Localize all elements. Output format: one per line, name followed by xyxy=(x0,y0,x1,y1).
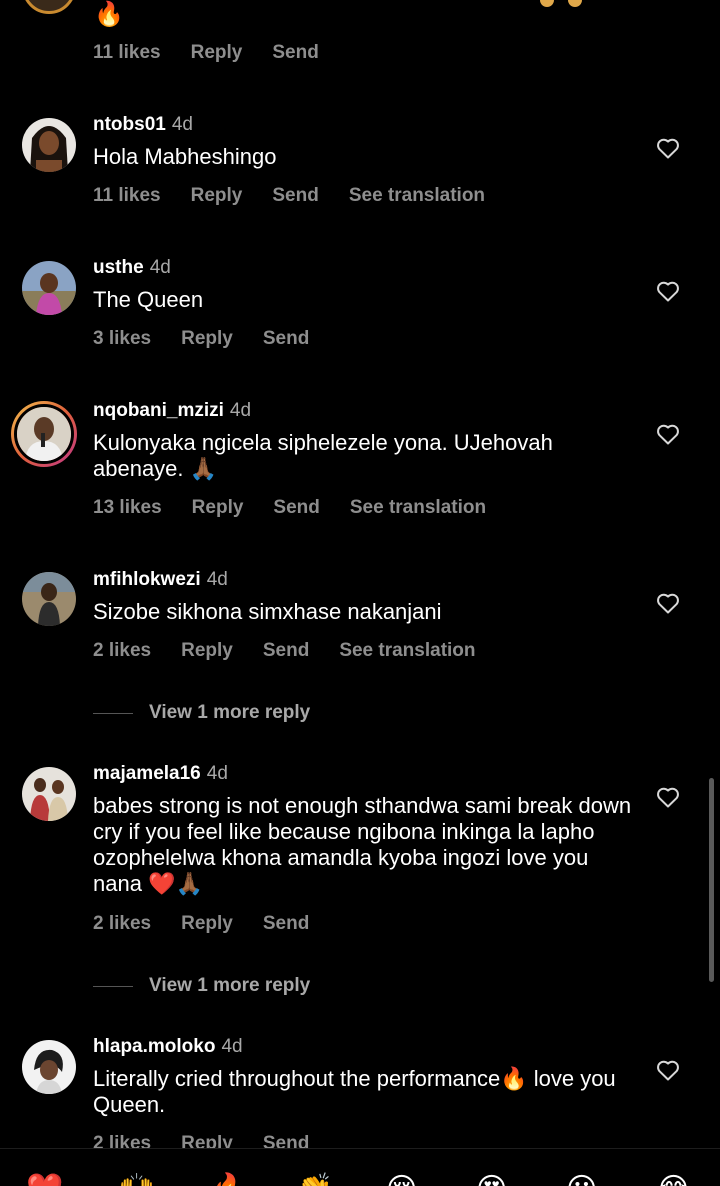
heart-icon[interactable] xyxy=(656,280,680,302)
avatar[interactable] xyxy=(11,401,77,467)
likes-count[interactable]: 11 likes xyxy=(93,185,161,207)
likes-count[interactable]: 2 likes xyxy=(93,913,151,935)
send-button[interactable]: Send xyxy=(273,497,319,519)
comment-text: Hola Mabheshingo xyxy=(93,144,277,169)
reaction-raised-hands[interactable]: 🙌 xyxy=(118,1175,155,1186)
heart-icon[interactable] xyxy=(656,1059,680,1081)
likes-count[interactable]: 2 likes xyxy=(93,640,151,662)
likes-count[interactable]: 11 likes xyxy=(93,42,161,64)
likes-count[interactable]: 13 likes xyxy=(93,497,162,519)
send-button[interactable]: Send xyxy=(272,42,318,64)
avatar[interactable] xyxy=(22,1040,76,1094)
comment-username[interactable]: usthe 4d xyxy=(93,257,171,279)
reaction-clap[interactable]: 👏 xyxy=(296,1175,333,1186)
reply-button[interactable]: Reply xyxy=(192,497,244,519)
comment-username[interactable]: majamela16 4d xyxy=(93,763,228,785)
divider xyxy=(93,985,133,987)
comment-actions: 3 likes Reply Send xyxy=(93,328,339,350)
comment-username[interactable]: mfihlokwezi 4d xyxy=(93,569,228,591)
send-button[interactable]: Send xyxy=(272,185,318,207)
heart-icon[interactable] xyxy=(656,137,680,159)
reaction-surprised-face[interactable]: 😮 xyxy=(566,1175,597,1186)
previous-comment-tail: 🔥 xyxy=(0,0,720,40)
see-translation-button[interactable]: See translation xyxy=(339,640,475,662)
comment-time: 4d xyxy=(171,114,193,135)
send-button[interactable]: Send xyxy=(263,640,309,662)
comment-actions: 11 likes Reply Send xyxy=(93,42,349,64)
comment-text: babes strong is not enough sthandwa sami… xyxy=(93,793,632,896)
comment-time: 4d xyxy=(229,400,252,421)
avatar[interactable] xyxy=(22,0,76,14)
send-button[interactable]: Send xyxy=(263,328,309,350)
comment-time: 4d xyxy=(206,763,228,784)
reaction-heart[interactable]: ❤️ xyxy=(26,1175,63,1186)
see-translation-button[interactable]: See translation xyxy=(350,497,486,519)
reaction-fire[interactable]: 🔥 xyxy=(210,1175,247,1186)
emoji-fragment xyxy=(540,0,600,7)
comment-time: 4d xyxy=(221,1036,243,1057)
avatar[interactable] xyxy=(22,572,76,626)
divider xyxy=(93,712,133,714)
view-more-replies-button[interactable]: View 1 more reply xyxy=(93,975,310,997)
comment-text: 🔥 xyxy=(94,1,124,28)
heart-icon[interactable] xyxy=(656,786,680,808)
comment-text: The Queen xyxy=(93,287,204,312)
reply-button[interactable]: Reply xyxy=(191,42,243,64)
reaction-crying-face[interactable]: 😢 xyxy=(386,1175,417,1186)
scrollbar[interactable] xyxy=(709,778,714,982)
comment-time: 4d xyxy=(206,569,228,590)
reply-button[interactable]: Reply xyxy=(181,328,233,350)
quick-reaction-bar: ❤️ 🙌 🔥 👏 😢 😍 😮 😂 xyxy=(0,1148,720,1186)
avatar[interactable] xyxy=(22,261,76,315)
comment-text: Literally cried throughout the performan… xyxy=(93,1066,616,1117)
comment-time: 4d xyxy=(149,257,171,278)
comment-username[interactable]: nqobani_mzizi 4d xyxy=(93,400,251,422)
comment-actions: 13 likes Reply Send See translation xyxy=(93,497,516,519)
comment-actions: 2 likes Reply Send xyxy=(93,913,339,935)
avatar[interactable] xyxy=(22,118,76,172)
reply-button[interactable]: Reply xyxy=(181,913,233,935)
heart-icon[interactable] xyxy=(656,592,680,614)
reply-button[interactable]: Reply xyxy=(181,640,233,662)
comment-username[interactable]: hlapa.moloko 4d xyxy=(93,1036,243,1058)
reaction-laughing-face[interactable]: 😂 xyxy=(656,1175,691,1186)
comment-text: Kulonyaka ngicela siphelezele yona. UJeh… xyxy=(93,430,553,481)
view-more-replies-button[interactable]: View 1 more reply xyxy=(93,702,310,724)
comment-username[interactable]: ntobs01 4d xyxy=(93,114,193,136)
likes-count[interactable]: 3 likes xyxy=(93,328,151,350)
reply-button[interactable]: Reply xyxy=(191,185,243,207)
comment-actions: 11 likes Reply Send See translation xyxy=(93,185,515,207)
see-translation-button[interactable]: See translation xyxy=(349,185,485,207)
heart-icon[interactable] xyxy=(656,423,680,445)
send-button[interactable]: Send xyxy=(263,913,309,935)
reaction-heart-eyes[interactable]: 😍 xyxy=(476,1175,507,1186)
comment-actions: 2 likes Reply Send See translation xyxy=(93,640,506,662)
avatar[interactable] xyxy=(22,767,76,821)
comment-text: Sizobe sikhona simxhase nakanjani xyxy=(93,599,442,624)
